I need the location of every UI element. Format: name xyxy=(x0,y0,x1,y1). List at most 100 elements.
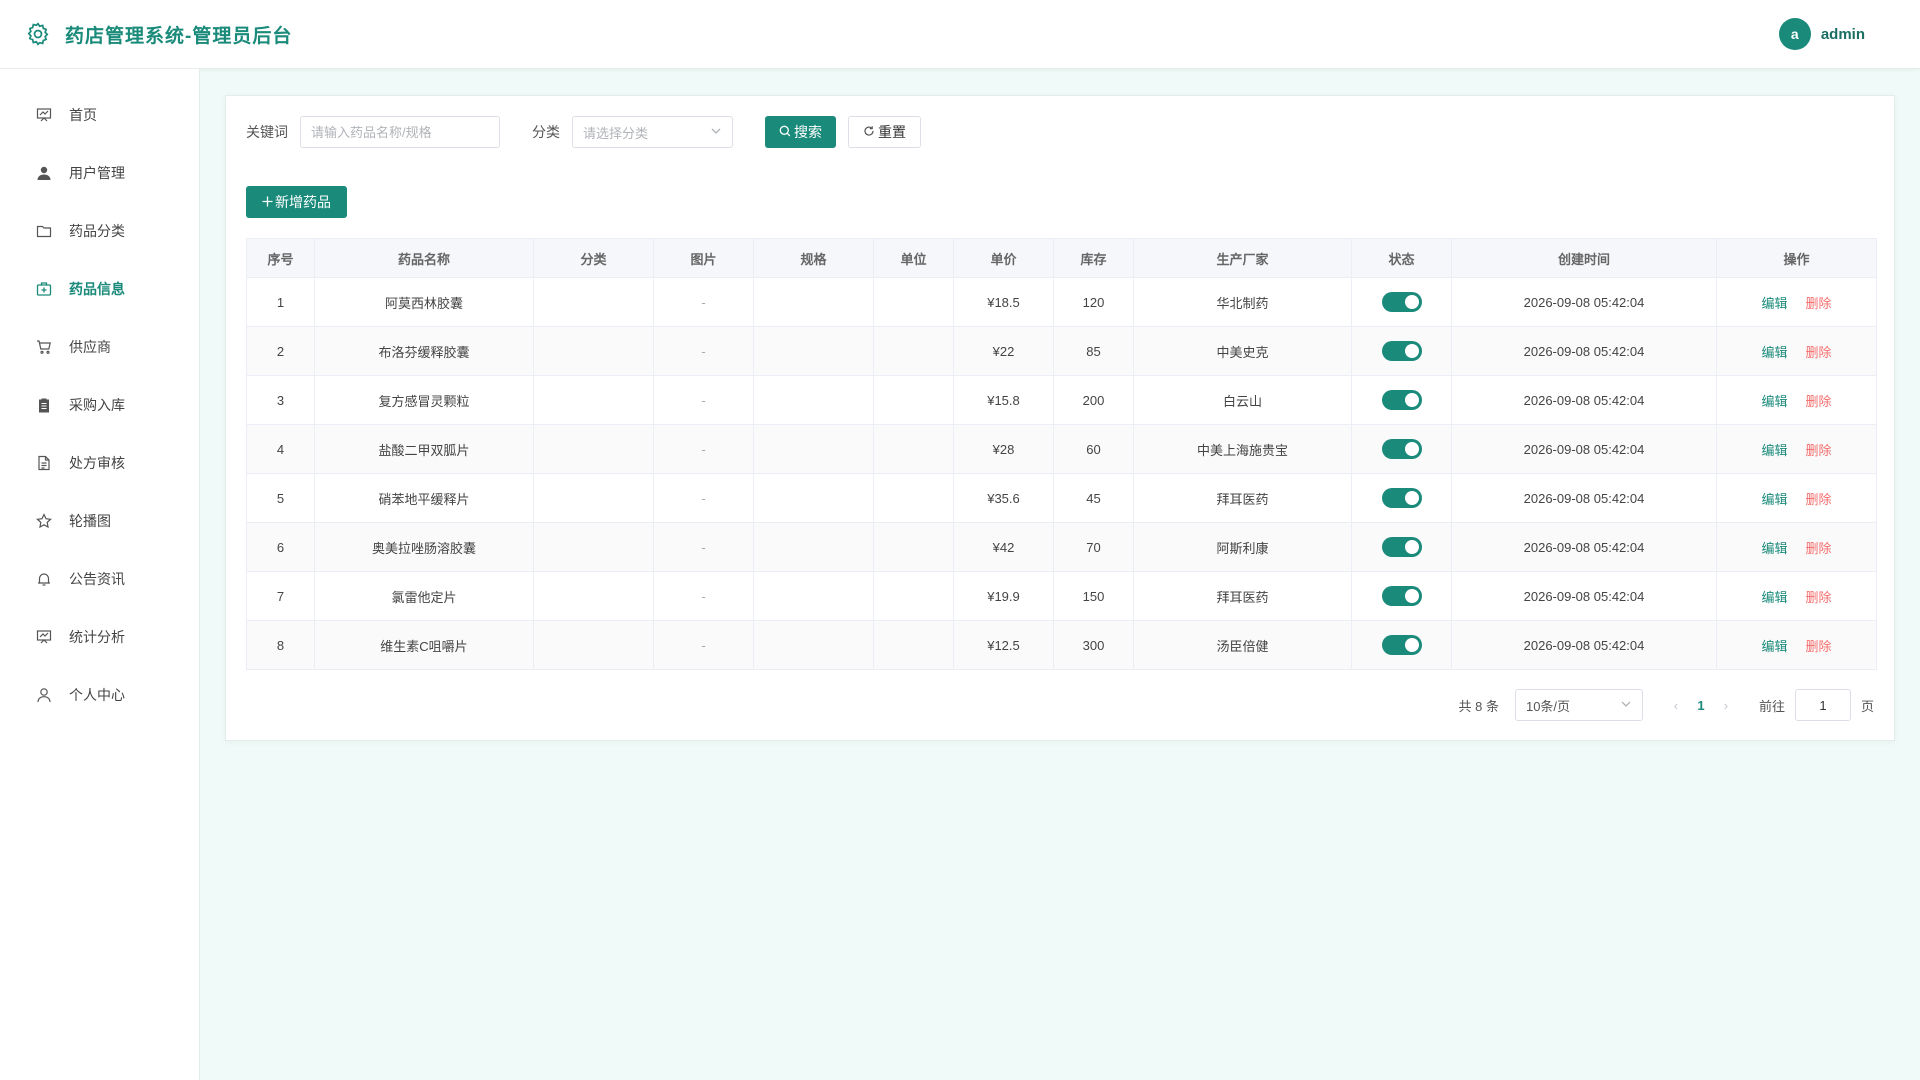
cell-category xyxy=(533,571,654,621)
delete-button[interactable]: 删除 xyxy=(1806,296,1832,311)
status-toggle[interactable] xyxy=(1381,586,1422,606)
chart-board-icon xyxy=(35,628,53,646)
prev-page-icon[interactable]: ‹ xyxy=(1661,698,1691,713)
status-toggle[interactable] xyxy=(1381,439,1422,459)
edit-button[interactable]: 编辑 xyxy=(1761,639,1787,654)
sidebar-item-label: 药品分类 xyxy=(69,223,125,239)
user-menu[interactable]: a admin xyxy=(1778,18,1895,50)
cell-spec xyxy=(753,424,874,474)
status-toggle[interactable] xyxy=(1381,635,1422,655)
status-toggle[interactable] xyxy=(1381,341,1422,361)
sidebar-item-7[interactable]: 轮播图 xyxy=(0,492,199,550)
column-header: 单价 xyxy=(953,238,1054,278)
column-header: 单位 xyxy=(873,238,954,278)
document-icon xyxy=(35,454,53,472)
reset-button[interactable]: 重置 xyxy=(848,116,921,148)
column-header: 规格 xyxy=(753,238,874,278)
delete-button[interactable]: 删除 xyxy=(1806,492,1832,507)
goto-label: 前往 xyxy=(1758,698,1785,714)
sidebar-item-10[interactable]: 个人中心 xyxy=(0,666,199,724)
goto-page-input[interactable] xyxy=(1794,689,1851,721)
cell-status xyxy=(1351,277,1452,327)
cell-price: ¥19.9 xyxy=(953,571,1054,621)
sidebar-item-label: 个人中心 xyxy=(69,687,125,703)
edit-button[interactable]: 编辑 xyxy=(1761,296,1787,311)
cell-category xyxy=(533,424,654,474)
dashboard-icon xyxy=(35,106,53,124)
cell-no: 3 xyxy=(246,375,315,425)
avatar[interactable]: a xyxy=(1778,18,1811,50)
next-page-icon[interactable]: › xyxy=(1711,698,1741,713)
status-toggle[interactable] xyxy=(1381,390,1422,410)
category-select[interactable]: 请选择分类 xyxy=(572,116,733,148)
sidebar-item-6[interactable]: 处方审核 xyxy=(0,434,199,492)
cell-actions: 编辑 删除 xyxy=(1716,375,1877,425)
edit-button[interactable]: 编辑 xyxy=(1761,492,1787,507)
cell-image: - xyxy=(653,375,754,425)
status-toggle[interactable] xyxy=(1381,537,1422,557)
page-size-select[interactable]: 10条/页 xyxy=(1514,689,1643,721)
table-row: 8 维生素C咀嚼片 - ¥12.5 300 汤臣倍健 2026-09-08 05:42:04… xyxy=(246,620,1877,670)
status-toggle[interactable] xyxy=(1381,488,1422,508)
cell-unit xyxy=(873,473,954,523)
cell-created: 2026-09-08 05:42:04 xyxy=(1451,620,1717,670)
cell-status xyxy=(1351,522,1452,572)
sidebar-item-1[interactable]: 用户管理 xyxy=(0,144,199,202)
edit-button[interactable]: 编辑 xyxy=(1761,394,1787,409)
cell-unit xyxy=(873,326,954,376)
username[interactable]: admin xyxy=(1821,26,1865,43)
sidebar-item-label: 用户管理 xyxy=(69,165,125,181)
cell-category xyxy=(533,326,654,376)
delete-button[interactable]: 删除 xyxy=(1806,443,1832,458)
chevron-down-icon xyxy=(710,125,722,140)
cell-no: 1 xyxy=(246,277,315,327)
page-size-value: 10条/页 xyxy=(1525,698,1571,714)
cell-actions: 编辑 删除 xyxy=(1716,522,1877,572)
cell-image: - xyxy=(653,326,754,376)
sidebar-item-0[interactable]: 首页 xyxy=(0,86,199,144)
sidebar-item-2[interactable]: 药品分类 xyxy=(0,202,199,260)
cell-status xyxy=(1351,424,1452,474)
delete-button[interactable]: 删除 xyxy=(1806,590,1832,605)
sidebar-item-4[interactable]: 供应商 xyxy=(0,318,199,376)
cell-image: - xyxy=(653,620,754,670)
edit-button[interactable]: 编辑 xyxy=(1761,590,1787,605)
cell-maker: 拜耳医药 xyxy=(1133,473,1352,523)
table-row: 7 氯雷他定片 - ¥19.9 150 拜耳医药 2026-09-08 05:42:04 编辑… xyxy=(246,571,1877,621)
cell-status xyxy=(1351,375,1452,425)
cell-actions: 编辑 删除 xyxy=(1716,326,1877,376)
edit-button[interactable]: 编辑 xyxy=(1761,443,1787,458)
cell-actions: 编辑 删除 xyxy=(1716,424,1877,474)
chevron-down-icon xyxy=(1620,698,1632,713)
sidebar-item-5[interactable]: 采购入库 xyxy=(0,376,199,434)
cell-price: ¥18.5 xyxy=(953,277,1054,327)
keyword-input[interactable] xyxy=(300,116,500,148)
cell-created: 2026-09-08 05:42:04 xyxy=(1451,375,1717,425)
status-toggle[interactable] xyxy=(1381,292,1422,312)
cell-spec xyxy=(753,277,874,327)
column-header: 序号 xyxy=(246,238,315,278)
delete-button[interactable]: 删除 xyxy=(1806,541,1832,556)
sidebar-item-label: 处方审核 xyxy=(69,455,125,471)
folder-icon xyxy=(35,222,53,240)
cell-name: 维生素C咀嚼片 xyxy=(314,620,534,670)
delete-button[interactable]: 删除 xyxy=(1806,394,1832,409)
edit-button[interactable]: 编辑 xyxy=(1761,345,1787,360)
sidebar-item-9[interactable]: 统计分析 xyxy=(0,608,199,666)
cell-actions: 编辑 删除 xyxy=(1716,620,1877,670)
page-number[interactable]: 1 xyxy=(1691,698,1711,713)
cell-maker: 华北制药 xyxy=(1133,277,1352,327)
sidebar-item-8[interactable]: 公告资讯 xyxy=(0,550,199,608)
delete-button[interactable]: 删除 xyxy=(1806,345,1832,360)
sidebar-item-3[interactable]: 药品信息 xyxy=(0,260,199,318)
refresh-icon xyxy=(863,124,875,140)
cell-actions: 编辑 删除 xyxy=(1716,277,1877,327)
delete-button[interactable]: 删除 xyxy=(1806,639,1832,654)
edit-button[interactable]: 编辑 xyxy=(1761,541,1787,556)
cell-created: 2026-09-08 05:42:04 xyxy=(1451,326,1717,376)
add-medicine-button[interactable]: 新增药品 xyxy=(246,186,347,218)
table-row: 1 阿莫西林胶囊 - ¥18.5 120 华北制药 2026-09-08 05:42:04 编… xyxy=(246,277,1877,327)
cell-name: 氯雷他定片 xyxy=(314,571,534,621)
table-row: 6 奥美拉唑肠溶胶囊 - ¥42 70 阿斯利康 2026-09-08 05:42:04 编辑… xyxy=(246,522,1877,572)
search-button[interactable]: 搜索 xyxy=(765,116,836,148)
